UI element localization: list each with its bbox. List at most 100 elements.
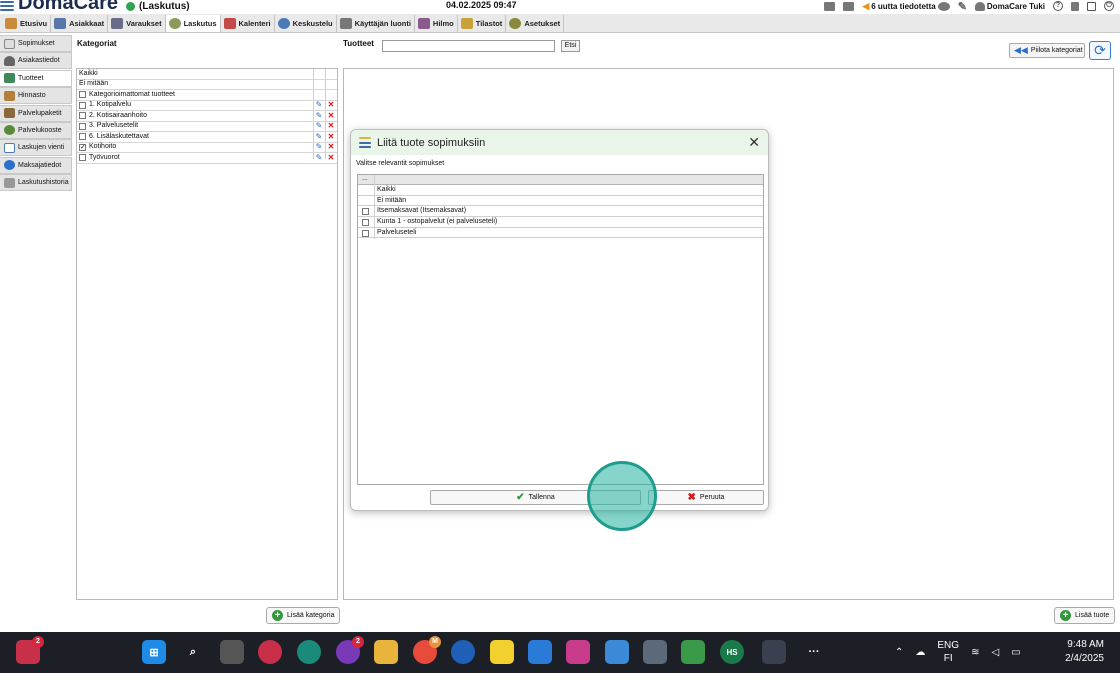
wifi-icon[interactable]: ≋ (971, 647, 979, 658)
sidebar-item-laskujen-vienti[interactable]: Laskujen vienti (0, 139, 72, 157)
category-row[interactable]: Kategorioimattomat tuotteet (77, 90, 337, 101)
chrome-icon[interactable]: M (413, 636, 441, 664)
task-view-icon[interactable] (220, 640, 244, 664)
add-product-button[interactable]: + Lisää tuote (1054, 607, 1116, 624)
contract-row[interactable]: Itsemaksavat (Itsemaksavat) (358, 206, 763, 218)
sidebar-item-palvelupaketit[interactable]: Palvelupaketit (0, 104, 72, 122)
contract-row-all[interactable]: Kaikki (358, 185, 763, 196)
language-indicator[interactable]: ENG FI (937, 639, 959, 665)
delete-x-icon[interactable]: ✕ (327, 111, 335, 120)
tab-kayttajan-luonti[interactable]: Käyttäjän luonti (337, 14, 415, 32)
user-menu[interactable]: DomaCare Tuki (974, 1, 1045, 11)
cloud-icon[interactable]: ☁ (915, 647, 925, 658)
category-checkbox[interactable] (79, 101, 86, 109)
category-row[interactable]: Työvuorot (77, 153, 337, 164)
sidebar-item-palvelukooste[interactable]: Palvelukooste (0, 121, 72, 139)
pencil-icon[interactable]: ✎ (958, 0, 967, 13)
refresh-icon[interactable]: ⟳ (1089, 41, 1111, 60)
password-manager-icon[interactable] (451, 640, 475, 664)
hide-categories-button[interactable]: ◀◀ Piilota kategoriat (1009, 43, 1085, 58)
tab-asiakkaat[interactable]: Asiakkaat (51, 14, 109, 32)
category-row-none[interactable]: Ei mitään (77, 80, 337, 90)
more-apps-icon[interactable]: ··· (802, 640, 826, 664)
edit-pencil-icon[interactable]: ✎ (315, 132, 323, 141)
category-checkbox-checked[interactable]: ✓ (79, 143, 86, 151)
cancel-button[interactable]: ✖ Peruuta (648, 490, 764, 505)
edit-pencil-icon[interactable]: ✎ (315, 153, 323, 162)
product-search-input[interactable] (382, 40, 555, 52)
delete-x-icon[interactable]: ✕ (327, 101, 335, 109)
category-row[interactable]: ✓ Kotihoito (77, 143, 337, 153)
category-checkbox[interactable] (79, 154, 86, 162)
tab-kalenteri[interactable]: Kalenteri (221, 14, 275, 32)
sticky-notes-icon[interactable] (490, 640, 514, 664)
edit-pencil-icon[interactable]: ✎ (315, 101, 323, 109)
contract-row[interactable]: Kunta 1 - ostopalvelut (ei palveluseteli… (358, 217, 763, 228)
printer-icon[interactable] (824, 1, 836, 11)
tab-varaukset[interactable]: Varaukset (108, 14, 166, 32)
help-icon[interactable]: ? (1053, 1, 1063, 11)
tab-laskutus[interactable]: Laskutus (165, 14, 221, 32)
edge-browser-icon[interactable] (297, 640, 321, 664)
battery-icon[interactable]: ▭ (1011, 647, 1020, 658)
search-icon[interactable]: ⌕ (181, 640, 205, 664)
slack-icon[interactable]: 2 (336, 636, 364, 664)
delete-x-icon[interactable]: ✕ (327, 132, 335, 141)
tab-hilmo[interactable]: Hilmo (415, 14, 458, 32)
category-checkbox[interactable] (79, 91, 86, 99)
sidebar-item-asiakastiedot[interactable]: Asiakastiedot (0, 52, 72, 70)
category-row[interactable]: 1. Kotipalvelu (77, 101, 337, 111)
domacare-app-icon[interactable] (762, 640, 786, 664)
tab-asetukset[interactable]: Asetukset (506, 14, 565, 32)
notifications-link[interactable]: ◀ 6 uutta tiedotetta (862, 1, 950, 12)
contract-row-none[interactable]: Ei mitään (358, 196, 763, 207)
sidebar-item-laskutushistoria[interactable]: Laskutushistoria (0, 174, 72, 192)
system-clock[interactable]: 9:48 AM 2/4/2025 (1065, 638, 1104, 666)
category-checkbox[interactable] (79, 112, 86, 120)
edit-pencil-icon[interactable]: ✎ (315, 143, 323, 151)
category-row-all[interactable]: Kaikki (77, 69, 337, 80)
app-launcher-icon[interactable]: 2 (16, 636, 44, 664)
sidebar-item-sopimukset[interactable]: Sopimukset (0, 35, 72, 52)
category-row[interactable]: 2. Kotisairaanhoito (77, 111, 337, 122)
mail-icon[interactable] (843, 1, 855, 11)
contract-row[interactable]: Palveluseteli (358, 228, 763, 239)
sidebar-item-tuotteet[interactable]: Tuotteet (0, 69, 72, 87)
logout-icon[interactable] (1087, 1, 1096, 11)
grid-menu-button[interactable]: ... (362, 175, 368, 183)
category-checkbox[interactable] (79, 133, 86, 141)
edit-pencil-icon[interactable]: ✎ (315, 122, 323, 130)
notepad-icon[interactable] (605, 640, 629, 664)
calculator-icon[interactable] (643, 640, 667, 664)
lock-icon[interactable] (1071, 1, 1079, 11)
jetbrains-icon[interactable] (566, 640, 590, 664)
sidebar-item-maksajatiedot[interactable]: Maksajatiedot (0, 156, 72, 174)
category-row[interactable]: 3. Palvelusetelit (77, 122, 337, 132)
file-explorer-icon[interactable] (374, 640, 398, 664)
image-viewer-icon[interactable] (681, 640, 705, 664)
menu-icon[interactable] (0, 1, 14, 11)
category-checkbox[interactable] (79, 122, 86, 130)
contract-checkbox[interactable] (362, 219, 369, 227)
windows-start-icon[interactable]: ⊞ (142, 640, 166, 664)
sidebar-item-hinnasto[interactable]: Hinnasto (0, 87, 72, 105)
tab-keskustelu[interactable]: Keskustelu (275, 14, 337, 32)
delete-x-icon[interactable]: ✕ (327, 122, 335, 130)
edit-pencil-icon[interactable]: ✎ (315, 111, 323, 120)
power-icon[interactable]: ⏻ (1104, 1, 1114, 11)
chevron-up-icon[interactable]: ⌃ (895, 647, 903, 658)
contract-checkbox[interactable] (362, 229, 369, 237)
volume-icon[interactable]: ◁ (991, 647, 999, 658)
tab-etusivu[interactable]: Etusivu (2, 14, 52, 32)
close-icon[interactable]: ✕ (748, 135, 760, 149)
add-category-button[interactable]: + Lisää kategoria (266, 607, 341, 624)
paint-icon[interactable] (528, 640, 552, 664)
contract-checkbox[interactable] (362, 208, 369, 216)
category-row[interactable]: 6. Lisälaskutettavat (77, 132, 337, 143)
hs-app-icon[interactable]: HS (720, 640, 744, 664)
app-icon[interactable] (258, 640, 282, 664)
app-logo[interactable]: DomaCare (Laskutus) (0, 0, 190, 14)
delete-x-icon[interactable]: ✕ (327, 153, 335, 162)
tab-tilastot[interactable]: Tilastot (458, 14, 507, 32)
search-button[interactable]: Etsi (561, 40, 580, 52)
